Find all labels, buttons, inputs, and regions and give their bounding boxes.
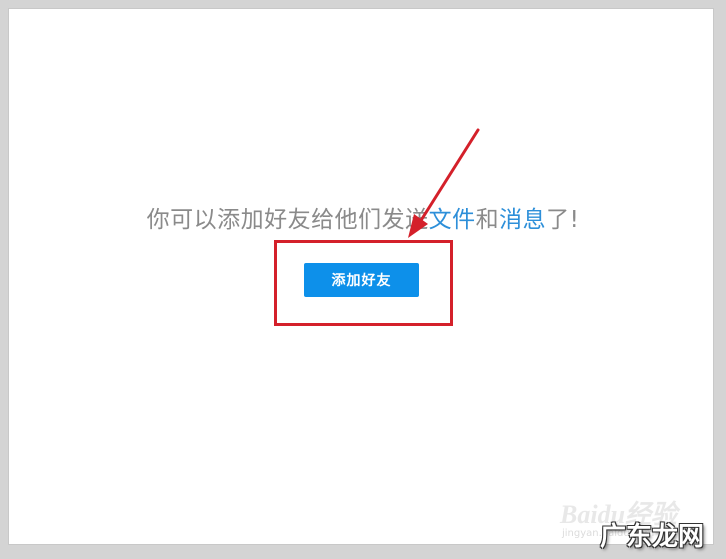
empty-state-message: 你可以添加好友给他们发送文件和消息了! (0, 200, 726, 234)
add-friend-button[interactable]: 添加好友 (304, 263, 419, 297)
files-link[interactable]: 文件 (429, 207, 476, 233)
message-suffix: 了! (546, 207, 580, 233)
message-prefix: 你可以添加好友给他们发送 (146, 207, 429, 233)
site-watermark: 广东龙网 (600, 522, 705, 552)
message-and: 和 (475, 207, 500, 233)
screenshot-frame: 你可以添加好友给他们发送文件和消息了! 添加好友 Baidu经验 jingyan… (0, 0, 726, 559)
messages-link[interactable]: 消息 (499, 207, 546, 233)
